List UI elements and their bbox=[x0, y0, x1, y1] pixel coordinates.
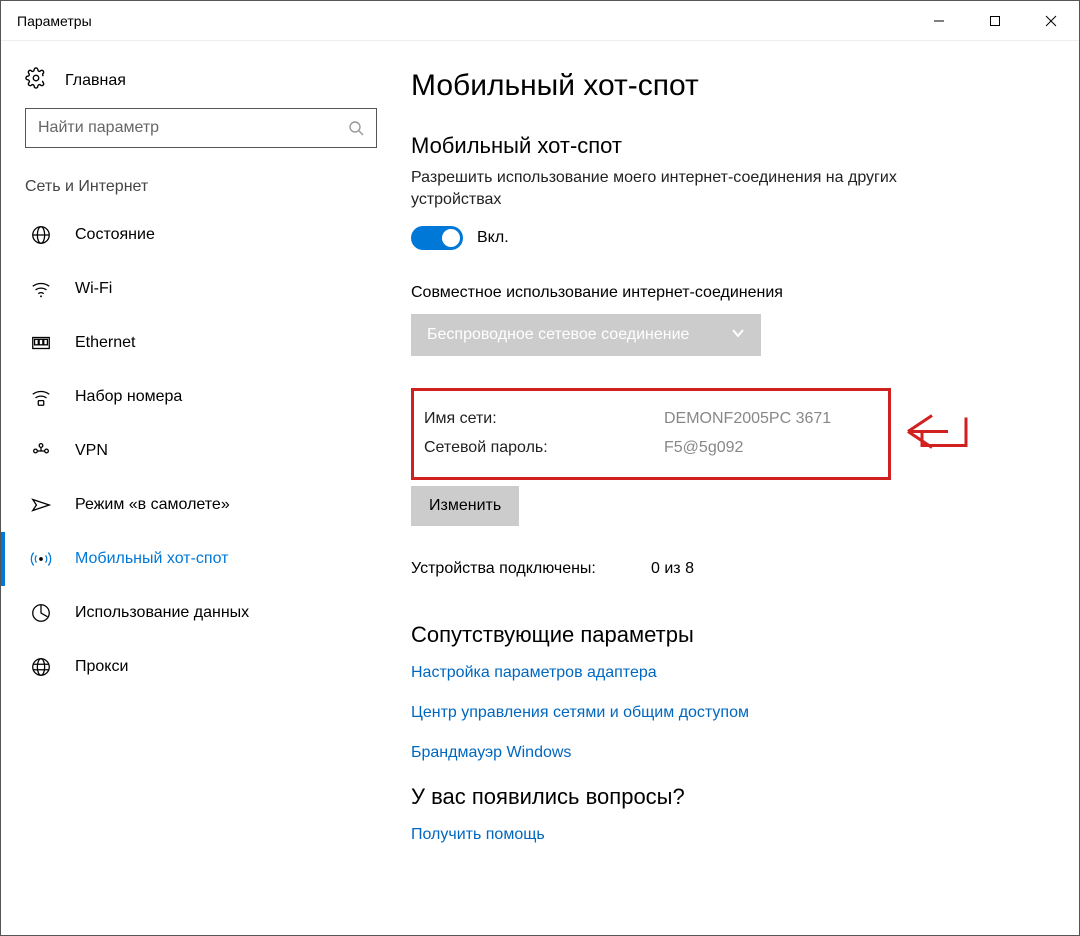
gear-icon bbox=[25, 67, 47, 94]
nav-item-1[interactable]: Wi-Fi bbox=[1, 262, 381, 316]
nav-item-label: Использование данных bbox=[75, 604, 249, 622]
nav-item-label: VPN bbox=[75, 442, 108, 460]
devices-connected-row: Устройства подключены: 0 из 8 bbox=[411, 560, 1039, 578]
home-row[interactable]: Главная bbox=[1, 61, 381, 108]
callout-arrow-icon bbox=[904, 409, 968, 458]
share-connection-dropdown[interactable]: Беспроводное сетевое соединение bbox=[411, 314, 761, 356]
data-usage-icon bbox=[29, 601, 53, 625]
change-button[interactable]: Изменить bbox=[411, 486, 519, 526]
help-section: У вас появились вопросы? Получить помощь bbox=[411, 784, 1039, 844]
title-bar: Параметры bbox=[1, 1, 1079, 41]
network-name-label: Имя сети: bbox=[424, 405, 664, 434]
network-password-value: F5@5g092 bbox=[664, 434, 743, 463]
search-input[interactable] bbox=[38, 119, 348, 137]
devices-value: 0 из 8 bbox=[651, 560, 694, 578]
nav-item-2[interactable]: Ethernet bbox=[1, 316, 381, 370]
nav-item-7[interactable]: Использование данных bbox=[1, 586, 381, 640]
nav-item-3[interactable]: Набор номера bbox=[1, 370, 381, 424]
hotspot-description: Разрешить использование моего интернет-с… bbox=[411, 167, 931, 210]
close-icon bbox=[1045, 15, 1057, 27]
search-icon bbox=[348, 120, 364, 136]
network-password-label: Сетевой пароль: bbox=[424, 434, 664, 463]
close-button[interactable] bbox=[1023, 1, 1079, 41]
search-box[interactable] bbox=[25, 108, 377, 148]
search-wrap bbox=[25, 108, 357, 148]
section-mobile-hotspot: Мобильный хот-спот bbox=[411, 133, 1039, 159]
page-title: Мобильный хот-спот bbox=[411, 69, 1039, 103]
nav-item-label: Ethernet bbox=[75, 334, 135, 352]
toggle-thumb bbox=[442, 229, 460, 247]
hotspot-icon bbox=[29, 547, 53, 571]
nav-item-label: Состояние bbox=[75, 226, 155, 244]
ethernet-icon bbox=[29, 331, 53, 355]
sidebar-heading: Сеть и Интернет bbox=[1, 170, 381, 208]
network-info-box: Имя сети: DEMONF2005PC 3671 Сетевой паро… bbox=[411, 388, 891, 480]
nav-list: Состояние Wi-Fi Ethernet Набор номера VPN Реж… bbox=[1, 208, 381, 694]
nav-item-label: Wi-Fi bbox=[75, 280, 112, 298]
window-controls bbox=[911, 1, 1079, 41]
minimize-icon bbox=[933, 15, 945, 27]
link-network-sharing-center[interactable]: Центр управления сетями и общим доступом bbox=[411, 704, 1039, 722]
sidebar: Главная Сеть и Интернет Состояние Wi-Fi Et… bbox=[1, 41, 381, 935]
maximize-icon bbox=[989, 15, 1001, 27]
link-adapter-options[interactable]: Настройка параметров адаптера bbox=[411, 664, 1039, 682]
nav-item-label: Прокси bbox=[75, 658, 128, 676]
link-windows-firewall[interactable]: Брандмауэр Windows bbox=[411, 744, 1039, 762]
toggle-label: Вкл. bbox=[477, 229, 509, 247]
dialup-icon bbox=[29, 385, 53, 409]
maximize-button[interactable] bbox=[967, 1, 1023, 41]
help-heading: У вас появились вопросы? bbox=[411, 784, 1039, 810]
main-content: Мобильный хот-спот Мобильный хот-спот Ра… bbox=[381, 41, 1079, 935]
globe-dots-icon bbox=[29, 223, 53, 247]
hotspot-toggle[interactable] bbox=[411, 226, 463, 250]
window-title: Параметры bbox=[17, 13, 92, 29]
nav-item-0[interactable]: Состояние bbox=[1, 208, 381, 262]
settings-window: Параметры Главная bbox=[0, 0, 1080, 936]
wifi-icon bbox=[29, 277, 53, 301]
nav-item-4[interactable]: VPN bbox=[1, 424, 381, 478]
nav-item-6[interactable]: Мобильный хот-спот bbox=[1, 532, 381, 586]
nav-item-label: Мобильный хот-спот bbox=[75, 550, 228, 568]
proxy-icon bbox=[29, 655, 53, 679]
toggle-row: Вкл. bbox=[411, 226, 1039, 250]
vpn-icon bbox=[29, 439, 53, 463]
window-body: Главная Сеть и Интернет Состояние Wi-Fi Et… bbox=[1, 41, 1079, 935]
related-section: Сопутствующие параметры Настройка параме… bbox=[411, 622, 1039, 762]
nav-item-label: Режим «в самолете» bbox=[75, 496, 230, 514]
nav-item-5[interactable]: Режим «в самолете» bbox=[1, 478, 381, 532]
chevron-down-icon bbox=[731, 326, 745, 345]
home-label: Главная bbox=[65, 72, 126, 90]
nav-item-label: Набор номера bbox=[75, 388, 182, 406]
dropdown-value: Беспроводное сетевое соединение bbox=[427, 326, 731, 344]
nav-item-8[interactable]: Прокси bbox=[1, 640, 381, 694]
network-name-row: Имя сети: DEMONF2005PC 3671 bbox=[424, 405, 872, 434]
share-from-label: Совместное использование интернет-соедин… bbox=[411, 284, 1039, 302]
network-name-value: DEMONF2005PC 3671 bbox=[664, 405, 831, 434]
minimize-button[interactable] bbox=[911, 1, 967, 41]
airplane-icon bbox=[29, 493, 53, 517]
devices-label: Устройства подключены: bbox=[411, 560, 651, 578]
network-password-row: Сетевой пароль: F5@5g092 bbox=[424, 434, 872, 463]
link-get-help[interactable]: Получить помощь bbox=[411, 826, 1039, 844]
related-heading: Сопутствующие параметры bbox=[411, 622, 1039, 648]
